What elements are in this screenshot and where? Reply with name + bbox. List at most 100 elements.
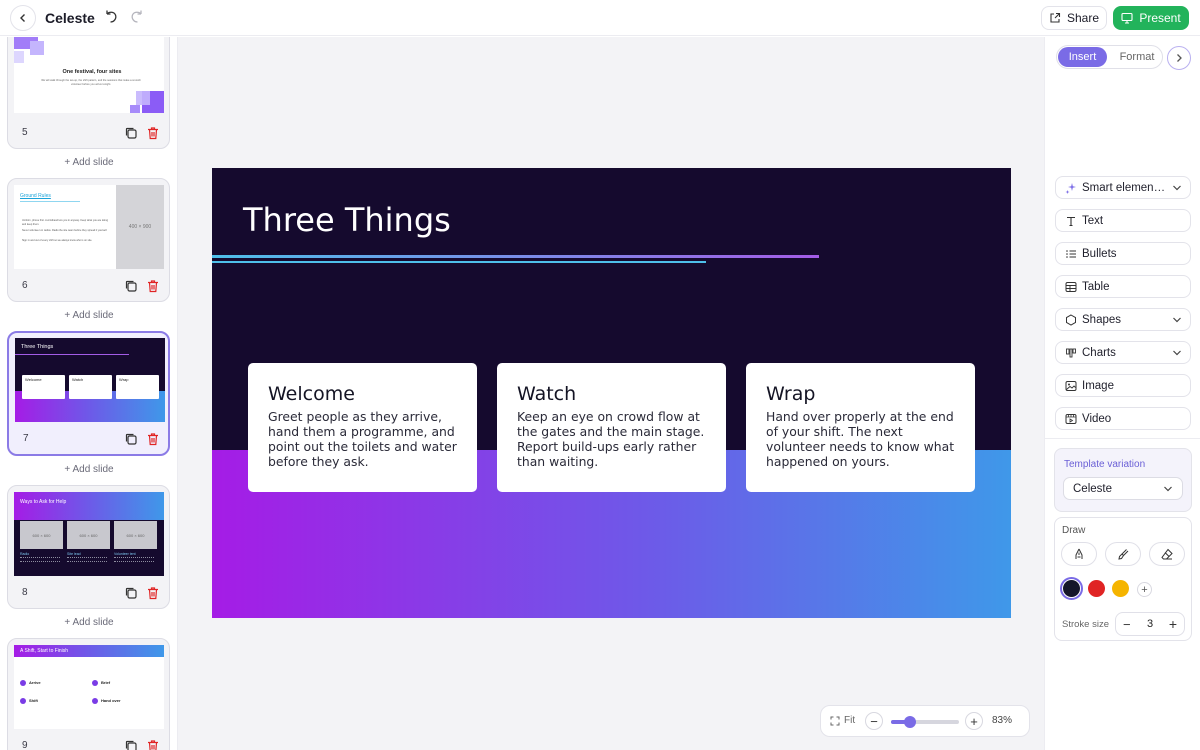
insert-video[interactable]: Video [1055,407,1191,430]
template-variation-select[interactable]: Celeste [1063,477,1183,500]
chart-icon [1066,348,1076,358]
card-body[interactable]: Greet people as they arrive, hand them a… [268,409,457,469]
fit-screen-icon [830,716,840,725]
add-slide-button[interactable]: + Add slide [0,464,177,475]
insert-text[interactable]: Text [1055,209,1191,232]
fit-label: Fit [844,715,856,726]
thumb-bullet: Sign in and out of every shift so we alw… [22,239,93,242]
content-card[interactable]: Wrap Hand over properly at the end of yo… [746,363,975,492]
insert-smart-element[interactable]: Smart elemen… [1055,176,1191,199]
eraser-icon [1161,548,1173,560]
title-accent-line [212,261,706,263]
thumb-step: Shift [29,698,38,703]
sparkle-icon [1065,183,1076,194]
redo-icon[interactable] [128,8,146,26]
fit-button[interactable]: Fit [830,715,855,726]
title-accent-line [212,255,819,258]
card-body[interactable]: Hand over properly at the end of your sh… [766,409,955,469]
eraser-tool-button[interactable] [1149,542,1185,566]
draw-section: Draw + Stroke size − 3 + [1054,517,1192,641]
insert-item-label: Video [1082,413,1112,425]
image-icon [1065,381,1077,391]
stroke-size-stepper[interactable]: − 3 + [1115,612,1185,636]
monitor-icon [1121,12,1133,24]
highlighter-tool-button[interactable] [1105,542,1141,566]
insert-shapes[interactable]: Shapes [1055,308,1191,331]
undo-icon[interactable] [102,8,120,26]
zoom-controls: Fit − + 83% [820,705,1030,737]
current-slide[interactable]: Three Things Welcome Greet people as the… [212,168,1011,618]
trash-icon[interactable] [146,126,160,140]
video-icon [1065,414,1077,424]
zoom-out-button[interactable]: − [865,712,883,730]
content-card[interactable]: Watch Keep an eye on crowd flow at the g… [497,363,726,492]
duplicate-icon[interactable] [124,126,138,140]
present-button[interactable]: Present [1113,6,1189,30]
insert-item-label: Smart elemen… [1082,182,1166,194]
thumb-card: Wrap [116,375,159,399]
duplicate-icon[interactable] [124,586,138,600]
add-slide-button[interactable]: + Add slide [0,617,177,628]
color-swatch-navy[interactable] [1063,580,1080,597]
tab-insert[interactable]: Insert [1058,47,1107,67]
zoom-in-button[interactable]: + [965,712,983,730]
tab-format[interactable]: Format [1113,47,1161,67]
pen-tool-button[interactable] [1061,542,1097,566]
chevron-down-icon [1173,185,1181,191]
thumb-label: Site lead [67,552,81,556]
stroke-size-value[interactable]: 3 [1147,618,1153,630]
trash-icon[interactable] [146,739,160,750]
stroke-size-label: Stroke size [1062,619,1109,630]
color-swatch-yellow[interactable] [1112,580,1129,597]
list-icon [1066,250,1076,258]
back-button[interactable] [10,5,36,31]
slide-card-5[interactable]: One festival, four sites We will walk th… [7,37,170,149]
insert-image[interactable]: Image [1055,374,1191,397]
thumb-step: Hand over [101,698,121,703]
trash-icon[interactable] [146,586,160,600]
slide-title[interactable]: Three Things [243,201,451,239]
thumb-title: Three Things [21,344,54,350]
thumb-bullet: Never volunteer on radios. Radio the sit… [22,229,108,232]
stroke-increase-button[interactable]: + [1169,616,1177,632]
zoom-slider-handle[interactable] [904,716,917,728]
thumb-card: Welcome [22,375,65,399]
thumb-title: Ways to Ask for Help [20,499,67,505]
add-slide-button[interactable]: + Add slide [0,157,177,168]
slide-card-6[interactable]: Ground Rules Uniform, phone first. A wri… [7,178,170,302]
panel-collapse-button[interactable] [1167,46,1191,70]
stroke-decrease-button[interactable]: − [1123,617,1131,632]
insert-bullets[interactable]: Bullets [1055,242,1191,265]
slide-card-7[interactable]: Three Things Welcome Watch Wrap 7 [7,331,170,456]
card-title[interactable]: Wrap [766,383,955,405]
duplicate-icon[interactable] [124,739,138,750]
duplicate-icon[interactable] [124,432,138,446]
trash-icon[interactable] [146,432,160,446]
insert-item-label: Table [1082,281,1110,293]
thumb-card: Watch [69,375,112,399]
trash-icon[interactable] [146,279,160,293]
add-color-button[interactable]: + [1137,582,1152,597]
share-button[interactable]: Share [1041,6,1107,30]
slide-thumbnail-8: Ways to Ask for Help 600 × 600 600 × 600… [14,492,164,576]
content-card[interactable]: Welcome Greet people as they arrive, han… [248,363,477,492]
chevron-right-icon [1177,54,1182,62]
thumb-step: Brief [101,680,111,685]
thumb-title: One festival, four sites [62,69,122,75]
present-label: Present [1139,11,1181,25]
insert-charts[interactable]: Charts [1055,341,1191,364]
add-slide-button[interactable]: + Add slide [0,310,177,321]
color-swatch-red[interactable] [1088,580,1105,597]
slide-card-9[interactable]: A Shift, Start to Finish Arrive Brief Sh… [7,638,170,750]
insert-item-label: Image [1082,380,1114,392]
duplicate-icon[interactable] [124,279,138,293]
card-body[interactable]: Keep an eye on crowd flow at the gates a… [517,409,706,469]
insert-table[interactable]: Table [1055,275,1191,298]
chevron-down-icon [1173,350,1181,356]
slide-thumbnail-9: A Shift, Start to Finish Arrive Brief Sh… [14,645,164,729]
card-title[interactable]: Welcome [268,383,457,405]
card-title[interactable]: Watch [517,383,706,405]
presentation-title[interactable]: Celeste [45,10,95,26]
slide-card-8[interactable]: Ways to Ask for Help 600 × 600 600 × 600… [7,485,170,609]
zoom-slider[interactable] [891,716,959,728]
